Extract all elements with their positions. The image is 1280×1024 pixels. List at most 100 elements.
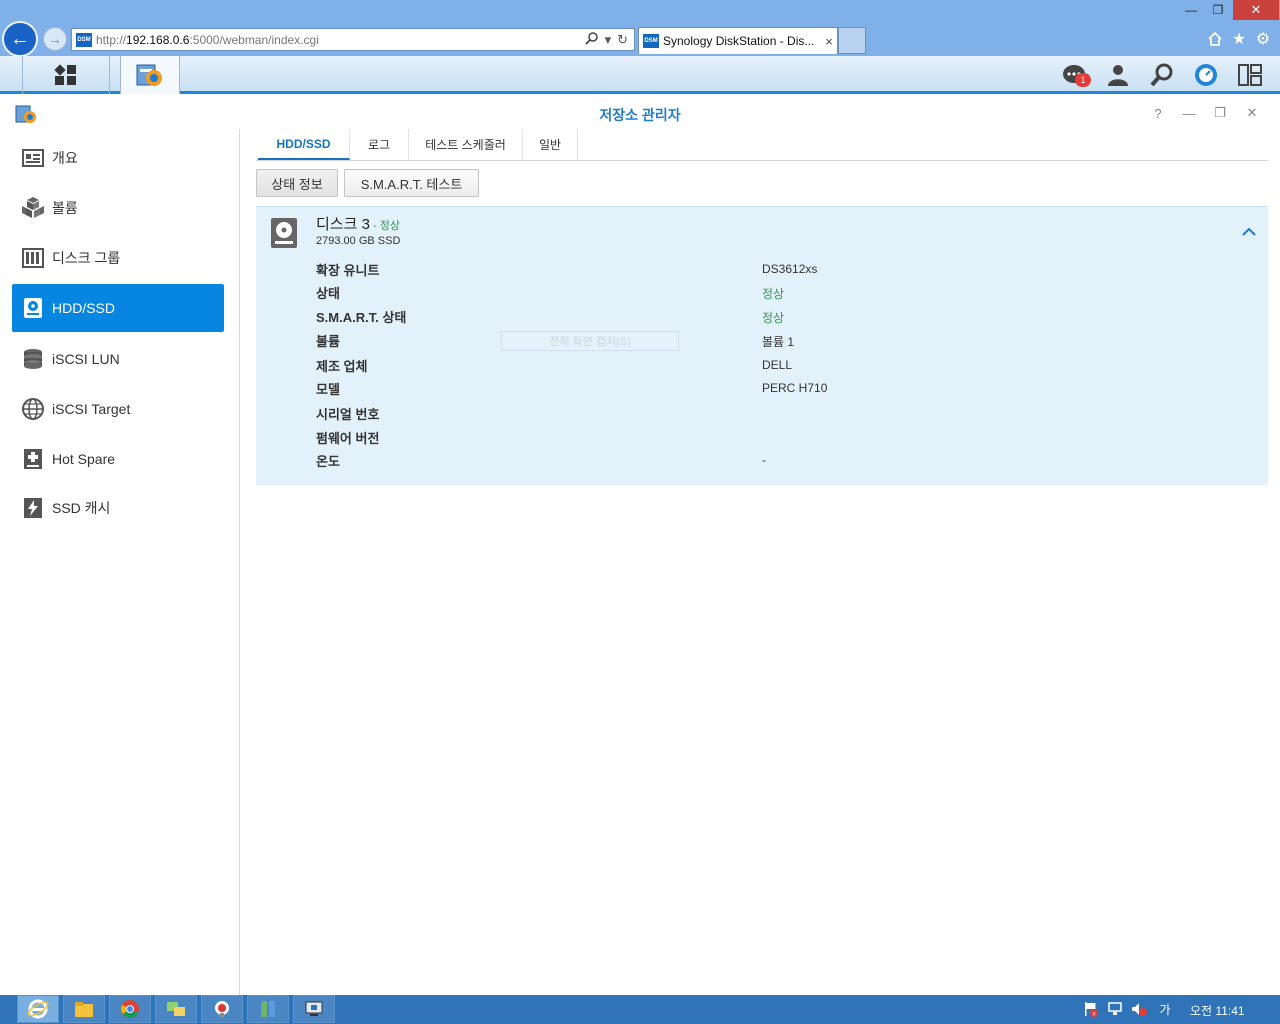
- help-icon[interactable]: ?: [1149, 104, 1167, 122]
- maximize-icon[interactable]: ❐: [1211, 104, 1229, 122]
- sidebar-item-iscsi-lun[interactable]: iSCSI LUN: [12, 335, 224, 383]
- lun-icon: [21, 347, 45, 371]
- disk-name: 디스크 3: [316, 216, 370, 233]
- clock[interactable]: 오전 11:41: [1190, 1002, 1245, 1019]
- user-icon[interactable]: [1103, 61, 1133, 89]
- dsm-favicon: DSM: [643, 34, 659, 48]
- info-label: 시리얼 번호: [316, 407, 380, 422]
- info-row-status: 상태 정상: [316, 283, 1256, 303]
- chevron-up-icon[interactable]: [1240, 223, 1258, 241]
- home-icon[interactable]: [1204, 28, 1226, 50]
- resource-monitor-icon[interactable]: [1191, 61, 1221, 89]
- action-center-flag-icon[interactable]: x: [1082, 1001, 1100, 1017]
- sidebar-item-label: Hot Spare: [52, 451, 116, 467]
- info-label: 모델: [316, 382, 340, 397]
- network-icon[interactable]: [1106, 1001, 1124, 1017]
- disk-icon: [270, 217, 298, 249]
- tab-log[interactable]: 로그: [350, 129, 409, 160]
- favorites-star-icon[interactable]: ★: [1228, 28, 1250, 50]
- sidebar-item-label: 볼륨: [52, 200, 78, 216]
- taskbar-app6-button[interactable]: [247, 995, 289, 1023]
- new-tab-button[interactable]: [838, 27, 866, 54]
- sidebar-item-overview[interactable]: 개요: [12, 134, 224, 182]
- server-manager-icon: [261, 1001, 275, 1017]
- window-minimize-button[interactable]: —: [1180, 0, 1202, 20]
- search-icon[interactable]: [584, 31, 599, 48]
- info-label: 상태: [316, 286, 340, 301]
- browser-tab[interactable]: DSM Synology DiskStation - Dis... ×: [638, 27, 838, 54]
- url-text[interactable]: http://192.168.0.6:5000/webman/index.cgi: [96, 33, 585, 47]
- disk-status-separator: -: [369, 220, 380, 232]
- dropdown-icon[interactable]: ▾: [605, 32, 612, 48]
- disk-header: 디스크 3 - 정상: [316, 213, 400, 234]
- taskbar-app5-button[interactable]: [201, 995, 243, 1023]
- disk-group-icon: [21, 246, 45, 270]
- window-maximize-button[interactable]: ❐: [1206, 0, 1230, 20]
- info-row-smart-status: S.M.A.R.T. 상태 정상: [316, 307, 1256, 327]
- ghost-context-menu: 전체 화면 캡처(S): [501, 331, 679, 351]
- tab-test-scheduler[interactable]: 테스트 스케줄러: [409, 129, 523, 160]
- info-row-expansion-unit: 확장 유니트 DS3612xs: [316, 260, 1256, 280]
- sidebar-item-disk-group[interactable]: 디스크 그룹: [12, 234, 224, 282]
- app-title-bar: 저장소 관리자 ? — ❐ ✕: [0, 97, 1280, 129]
- disk-size: 2793.00 GB SSD: [316, 235, 401, 247]
- settings-gear-icon[interactable]: ⚙: [1252, 28, 1274, 50]
- forward-button[interactable]: →: [43, 27, 67, 51]
- taskbar-app7-button[interactable]: [293, 995, 335, 1023]
- ssd-cache-icon: [21, 496, 45, 520]
- sidebar-item-ssd-cache[interactable]: SSD 캐시: [12, 484, 224, 532]
- ime-indicator[interactable]: 가: [1156, 1001, 1174, 1017]
- sidebar-item-hdd-ssd[interactable]: HDD/SSD: [12, 284, 224, 332]
- disk-status: 정상: [379, 220, 400, 232]
- widgets-icon[interactable]: [1235, 61, 1265, 89]
- info-label: 확장 유니트: [316, 263, 380, 278]
- sidebar-item-label: iSCSI Target: [52, 401, 131, 417]
- arrow-right-icon: →: [48, 31, 62, 47]
- minimize-icon[interactable]: —: [1180, 104, 1198, 122]
- sidebar-item-label: SSD 캐시: [52, 500, 111, 516]
- chrome-icon: [121, 1000, 139, 1018]
- notification-badge: 1: [1075, 73, 1091, 87]
- info-row-model: 모델 PERC H710: [316, 379, 1256, 399]
- taskbar-ie-button[interactable]: [17, 995, 59, 1023]
- app-title: 저장소 관리자: [599, 107, 681, 123]
- refresh-icon[interactable]: ↻: [617, 32, 628, 48]
- tab-hdd-ssd[interactable]: HDD/SSD: [258, 129, 350, 160]
- ie-icon: [27, 999, 49, 1019]
- info-value: DELL: [762, 358, 793, 372]
- sidebar: 개요 볼륨 디스크 그룹 HDD/SSD iSCSI LUN iSCSI Tar…: [0, 129, 240, 995]
- taskbar-chrome-button[interactable]: [109, 995, 151, 1023]
- info-value: 정상: [762, 287, 785, 301]
- remote-desktop-icon: [305, 1001, 323, 1016]
- storage-manager-taskbar-button[interactable]: [120, 56, 180, 94]
- main-menu-button[interactable]: [22, 56, 110, 94]
- taskbar-messenger-button[interactable]: [155, 995, 197, 1023]
- status-info-button[interactable]: 상태 정보: [256, 169, 338, 197]
- info-value: 정상: [762, 311, 785, 325]
- folder-icon: [75, 1002, 93, 1017]
- search-icon[interactable]: [1147, 61, 1177, 89]
- volume-muted-icon[interactable]: [1130, 1001, 1148, 1017]
- url-host: 192.168.0.6: [126, 32, 190, 47]
- info-row-vendor: 제조 업체 DELL: [316, 356, 1256, 376]
- storage-manager-icon: [136, 64, 162, 86]
- tab-close-icon[interactable]: ×: [821, 34, 837, 49]
- address-bar[interactable]: DSM http://192.168.0.6:5000/webman/index…: [71, 28, 635, 51]
- dsm-favicon: DSM: [76, 32, 92, 47]
- capture-tool-icon: [215, 1001, 229, 1018]
- taskbar-explorer-button[interactable]: [63, 995, 105, 1023]
- smart-test-button[interactable]: S.M.A.R.T. 테스트: [344, 169, 479, 197]
- tab-general[interactable]: 일반: [523, 129, 578, 160]
- svg-text:x: x: [1093, 1012, 1096, 1018]
- overview-icon: [21, 146, 45, 170]
- info-value: DS3612xs: [762, 262, 818, 276]
- sidebar-item-label: 개요: [52, 150, 78, 166]
- sidebar-item-iscsi-target[interactable]: iSCSI Target: [12, 385, 224, 433]
- browser-chrome: ← → DSM http://192.168.0.6:5000/webman/i…: [0, 0, 1280, 57]
- tab-title: Synology DiskStation - Dis...: [663, 34, 815, 48]
- back-button[interactable]: ←: [2, 21, 38, 57]
- sidebar-item-hot-spare[interactable]: Hot Spare: [12, 435, 224, 483]
- window-close-button[interactable]: ✕: [1233, 0, 1279, 20]
- close-icon[interactable]: ✕: [1243, 104, 1261, 122]
- sidebar-item-volume[interactable]: 볼륨: [12, 184, 224, 232]
